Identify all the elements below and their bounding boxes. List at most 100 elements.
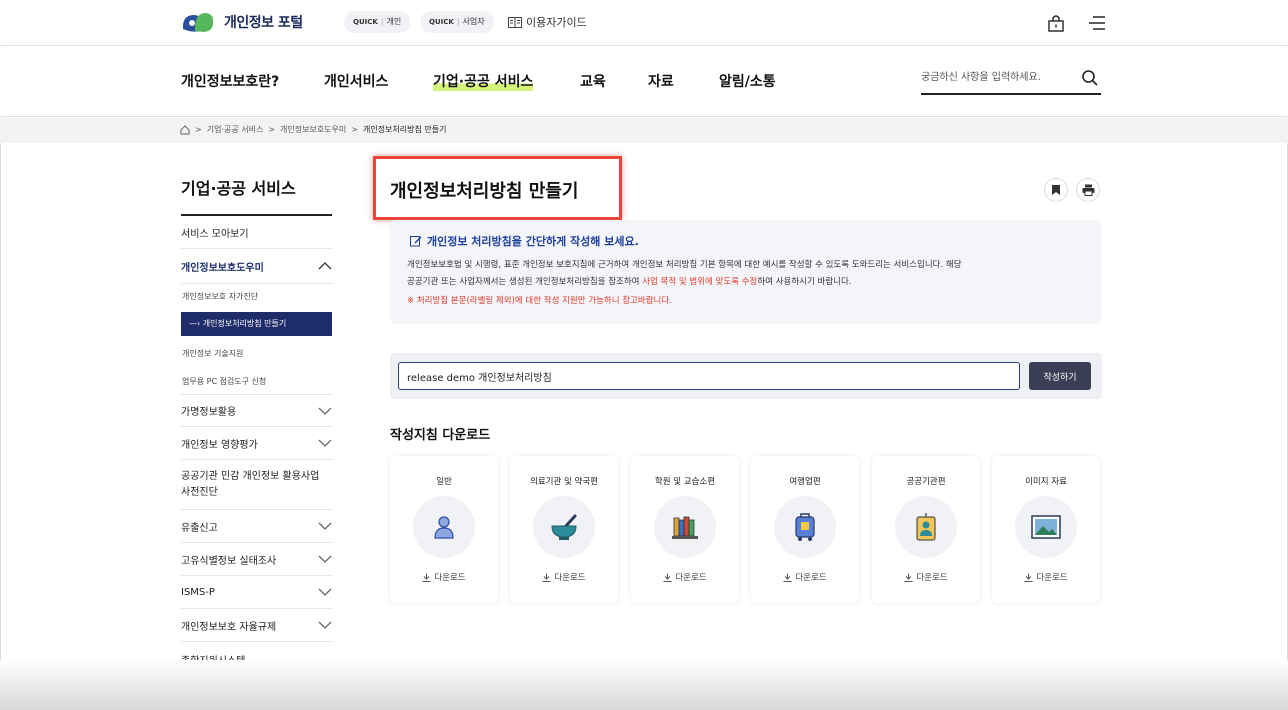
search-input[interactable]: [921, 66, 1071, 83]
sidebar-title: 기업·공공 서비스: [181, 179, 296, 198]
download-link[interactable]: 다운로드: [872, 571, 980, 583]
download-card-academy[interactable]: 학원 및 교습소편 다운로드: [631, 456, 739, 603]
download-card-general[interactable]: 일반 다운로드: [390, 456, 498, 603]
policy-input-row: 작성하기: [390, 353, 1102, 399]
luggage-icon: [774, 496, 836, 558]
nav-notice-communication[interactable]: 알림/소통: [719, 71, 776, 91]
home-icon[interactable]: [180, 124, 190, 135]
download-card-medical[interactable]: 의료기관 및 약국편 다운로드: [510, 456, 618, 603]
site-logo[interactable]: 개인정보 포털: [180, 9, 303, 35]
chevron-down-icon: [318, 588, 332, 596]
info-body-line: 개인정보보호법 및 시행령, 표준 개인정보 보호지침에 근거하여 개인정보 처…: [407, 260, 962, 270]
download-card-images[interactable]: 이미지 자료 다운로드: [992, 456, 1100, 603]
breadcrumb-current: 개인정보처리방침 만들기: [362, 125, 447, 134]
nav-privacy-about[interactable]: 개인정보보호란?: [181, 71, 279, 91]
logo-text: 개인정보 포털: [224, 15, 303, 31]
info-body-text: 하여 사용하시기 바랍니다.: [757, 277, 852, 287]
info-body-emphasis: 사업 목적 및 범위에 맞도록 수정: [642, 277, 758, 287]
id-badge-icon: [895, 496, 957, 558]
sidebar-item-impact-assessment[interactable]: 개인정보 영향평가: [181, 427, 332, 460]
download-link[interactable]: 다운로드: [751, 571, 859, 583]
policy-name-input[interactable]: [398, 362, 1020, 390]
download-icon: [542, 573, 551, 582]
search-icon[interactable]: [1081, 69, 1099, 87]
sidebar-item-privacy-helper[interactable]: 개인정보보호도우미: [181, 249, 332, 284]
books-icon: [654, 496, 716, 558]
sidebar-item-service-collection[interactable]: 서비스 모아보기: [181, 216, 332, 249]
chevron-down-icon: [318, 555, 332, 563]
nav-business-public-services[interactable]: 기업·공공 서비스: [433, 71, 534, 91]
download-icon: [783, 573, 792, 582]
sidebar-sub-policy-builder[interactable]: —› 개인정보처리방침 만들기: [181, 312, 332, 336]
sidebar-item-unique-id-survey[interactable]: 고유식별정보 실태조사: [181, 543, 332, 576]
sidebar-sub-label: 개인정보처리방침 만들기: [202, 319, 287, 328]
card-label: 학원 및 교습소편: [654, 477, 716, 487]
chevron-up-icon: [318, 262, 332, 270]
sidebar-item-label: 개인정보보호도우미: [181, 262, 264, 274]
bookmark-icon: [1052, 185, 1060, 195]
download-link[interactable]: 다운로드: [510, 571, 618, 583]
sidebar-item-isms-p[interactable]: ISMS-P: [181, 576, 332, 609]
nav-resources[interactable]: 자료: [648, 71, 674, 91]
card-label: 이미지 자료: [1025, 477, 1067, 487]
mortar-pestle-icon: [533, 496, 595, 558]
download-card-travel[interactable]: 여행업편 다운로드: [751, 456, 859, 603]
download-link[interactable]: 다운로드: [390, 571, 498, 583]
download-label: 다운로드: [795, 573, 827, 583]
info-body-text: 공공기관 또는 사업자께서는 생성된 개인정보처리방침을 참조하여: [407, 277, 643, 287]
download-label: 다운로드: [675, 573, 707, 583]
breadcrumb-item[interactable]: 개인정보보호도우미: [280, 124, 346, 135]
info-body: 개인정보보호법 및 시행령, 표준 개인정보 보호지침에 근거하여 개인정보 처…: [407, 257, 1097, 291]
download-link[interactable]: 다운로드: [631, 571, 739, 583]
menu-icon[interactable]: [1086, 12, 1108, 34]
download-icon: [422, 573, 431, 582]
print-icon: [1082, 184, 1094, 196]
print-button[interactable]: [1076, 178, 1100, 202]
download-label: 다운로드: [554, 573, 586, 583]
info-heading-text: 개인정보 처리방침을 간단하게 작성해 보세요.: [427, 235, 639, 248]
breadcrumb-separator: >: [268, 125, 276, 134]
download-link[interactable]: 다운로드: [992, 571, 1100, 583]
quick-personal-button[interactable]: QUICK | 개인: [344, 11, 411, 33]
card-label: 공공기관편: [906, 477, 946, 487]
sidebar-item-label: 고유식별정보 실태조사: [181, 555, 277, 567]
sidebar-item-leak-report[interactable]: 유출신고: [181, 510, 332, 543]
sidebar-sub-pc-check-tool[interactable]: 업무용 PC 점검도구 신청: [182, 376, 266, 387]
top-utility-bar: 개인정보 포털 QUICK | 개인 QUICK | 사업자 이용자가이드: [0, 0, 1288, 46]
sidebar-item-label: 가명정보활용: [181, 407, 237, 418]
edit-icon: [410, 236, 422, 247]
title-highlight-box: [373, 156, 622, 220]
download-card-public[interactable]: 공공기관편 다운로드: [872, 456, 980, 603]
nav-personal-services[interactable]: 개인서비스: [324, 71, 388, 91]
card-label: 의료기관 및 약국편: [530, 477, 598, 487]
info-heading: 개인정보 처리방침을 간단하게 작성해 보세요.: [410, 233, 639, 249]
breadcrumb-separator: >: [195, 125, 202, 134]
sidebar-item-public-pre-diagnosis[interactable]: 공공기관 민감 개인정보 활용사업 사전진단: [181, 460, 332, 510]
active-marker: —›: [189, 319, 201, 328]
bookmark-button[interactable]: [1044, 178, 1068, 202]
quick-business-button[interactable]: QUICK | 사업자: [420, 11, 494, 33]
user-guide-link[interactable]: 이용자가이드: [508, 14, 587, 30]
info-note: ※ 처리방침 본문(라벨링 제외)에 대한 작성 지원만 가능하니 참고바랍니다…: [407, 296, 672, 306]
breadcrumb-item[interactable]: 기업·공공 서비스: [207, 124, 264, 135]
image-icon: [1015, 496, 1077, 558]
nav-education[interactable]: 교육: [580, 71, 606, 91]
sidebar-item-label: 유출신고: [181, 522, 218, 534]
quick-personal-label: 개인: [386, 17, 402, 26]
quick-label: QUICK: [429, 18, 454, 26]
sidebar-sub-tech-support[interactable]: 개인정보 기술지원: [182, 348, 243, 359]
bottom-fade: [0, 660, 1288, 710]
download-icon: [663, 573, 672, 582]
login-lock-icon[interactable]: [1045, 12, 1067, 34]
sidebar-item-pseudonym[interactable]: 가명정보활용: [181, 394, 332, 427]
write-button[interactable]: 작성하기: [1029, 362, 1091, 390]
chevron-down-icon: [318, 439, 332, 447]
card-label: 여행업편: [789, 477, 821, 487]
download-icon: [904, 573, 913, 582]
sidebar-sub-self-diagnosis[interactable]: 개인정보보호 자가진단: [182, 291, 258, 302]
sidebar-item-self-regulation[interactable]: 개인정보보호 자율규제: [181, 609, 332, 642]
breadcrumb: > 기업·공공 서비스 > 개인정보보호도우미 > 개인정보처리방침 만들기: [180, 124, 446, 135]
chevron-down-icon: [318, 407, 332, 415]
quick-label: QUICK: [353, 18, 378, 26]
search-box: [921, 65, 1101, 95]
